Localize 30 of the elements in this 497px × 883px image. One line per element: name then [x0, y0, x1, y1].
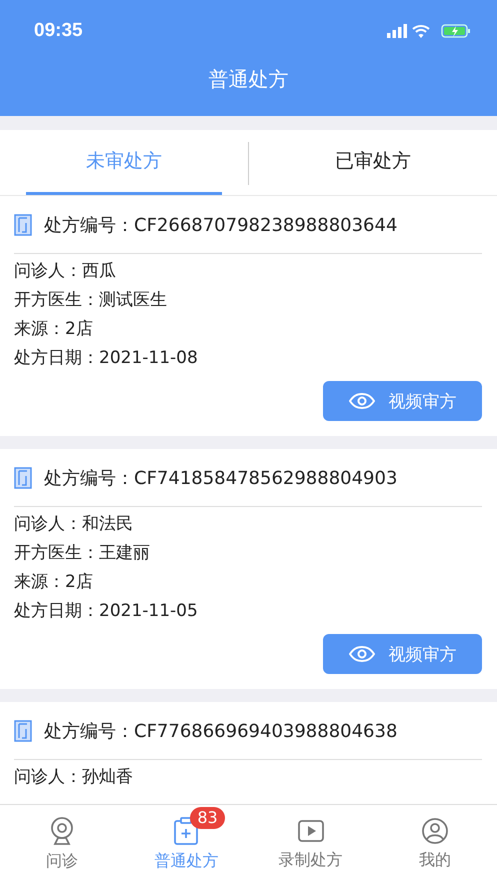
webcam-icon — [49, 816, 76, 844]
info-line: 处方日期：2021-11-05 — [14, 600, 199, 623]
nav-tab[interactable]: 我的 — [372, 805, 497, 883]
page-title: 普通处方 — [208, 66, 290, 93]
document-icon — [14, 720, 32, 742]
count-badge: 83 — [190, 806, 225, 828]
status-time: 09:35 — [34, 20, 83, 42]
person-icon — [422, 818, 448, 844]
prescription-number: 处方编号：CF741858478562988804903 — [44, 466, 398, 490]
video-review-button[interactable]: 视频审方 — [323, 381, 482, 421]
prescription-number: 处方编号：CF776866969403988804638 — [44, 720, 398, 742]
nav-tab[interactable]: 录制处方 — [248, 805, 373, 883]
nav-tab[interactable]: 问诊 — [0, 805, 124, 883]
info-line: 处方日期：2021-11-08 — [14, 347, 199, 370]
info-line: 问诊人：孙灿香 — [14, 766, 134, 789]
tab[interactable]: 已审处方 — [275, 130, 471, 195]
info-line: 来源：2店 — [14, 318, 94, 341]
info-line: 开方医生：测试医生 — [14, 289, 168, 312]
eye-icon — [348, 646, 374, 662]
video-icon — [298, 818, 324, 844]
info-line: 开方医生：王建丽 — [14, 542, 151, 565]
video-review-button[interactable]: 视频审方 — [323, 634, 482, 674]
document-icon — [14, 214, 32, 236]
nav-tab[interactable]: 83 普通处方 — [124, 805, 248, 883]
info-line: 来源：2店 — [14, 571, 94, 594]
info-line: 问诊人：西瓜 — [14, 260, 117, 283]
eye-icon — [348, 393, 374, 409]
info-line: 问诊人：和法民 — [14, 513, 134, 536]
document-icon — [14, 466, 32, 488]
prescription-number: 处方编号：CF266870798238988803644 — [44, 214, 398, 236]
